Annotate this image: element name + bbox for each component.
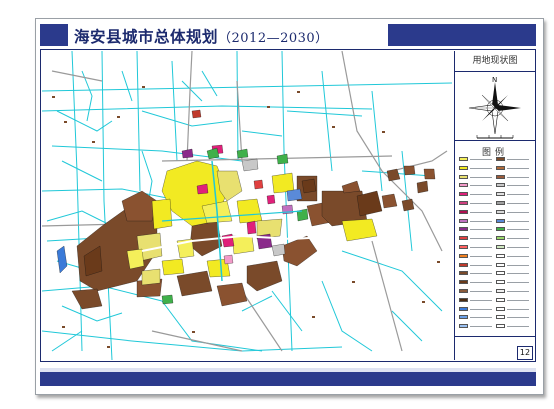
legend-swatch <box>459 245 468 249</box>
legend-label-line <box>507 185 529 187</box>
legend-swatch <box>496 253 505 258</box>
title-band: 海安县城市总体规划（2012—2030） <box>40 24 536 46</box>
legend-label-line <box>470 185 492 187</box>
legend-swatch <box>496 174 505 179</box>
legend-label-line <box>507 326 529 328</box>
legend-label-line <box>470 317 492 319</box>
legend-swatch <box>496 324 505 329</box>
bottom-band-dark-strip <box>40 372 536 386</box>
legend-swatch <box>496 245 505 249</box>
legend-label-line <box>507 299 529 301</box>
legend-label-line <box>507 291 529 292</box>
map-title: 海安县城市总体规划（2012—2030） <box>74 25 329 47</box>
legend-label-line <box>507 176 529 178</box>
legend-label-line <box>470 238 492 240</box>
legend-label-line <box>470 167 492 169</box>
legend-swatch <box>496 236 505 241</box>
legend-label-line <box>507 159 529 160</box>
legend-swatch <box>459 297 468 302</box>
legend-label-line <box>507 273 529 275</box>
legend-swatch <box>496 201 505 205</box>
legend-label-line <box>507 247 529 248</box>
legend-swatch <box>496 183 505 188</box>
legend-swatch <box>496 192 505 197</box>
legend-swatch <box>459 174 468 179</box>
legend-swatch <box>459 218 468 223</box>
compass-box: N <box>455 72 535 141</box>
land-use-patches <box>56 109 436 310</box>
legend-swatch <box>459 262 468 267</box>
title-band-left-block <box>40 24 68 46</box>
map-side-panel: 用地现状图 N 图例 <box>454 51 535 360</box>
legend-label-line <box>507 220 529 222</box>
legend-swatch <box>496 315 505 320</box>
legend-swatch <box>459 253 468 258</box>
compass-north-label: N <box>492 76 497 84</box>
legend-label-line <box>507 194 529 196</box>
legend-swatch <box>496 289 505 293</box>
legend-label-line <box>470 203 492 204</box>
legend-label-line <box>470 291 492 292</box>
legend-label-line <box>507 255 529 257</box>
map-subtitle: 用地现状图 <box>455 51 535 72</box>
legend-swatch <box>496 262 505 267</box>
legend-swatch <box>459 209 468 214</box>
map-title-years: （2012—2030） <box>218 31 329 46</box>
legend-swatch <box>459 324 468 329</box>
legend-swatch <box>459 157 468 161</box>
bottom-band <box>40 368 536 386</box>
legend-swatch <box>459 227 468 232</box>
legend-swatch <box>459 201 468 205</box>
legend-label-line <box>470 282 492 284</box>
legend-swatch <box>496 157 505 161</box>
legend-label-line <box>470 220 492 222</box>
legend-swatch <box>496 271 505 276</box>
legend-swatch <box>459 271 468 276</box>
legend-swatch <box>496 280 505 285</box>
legend-label-line <box>507 282 529 284</box>
page-number: 12 <box>517 346 533 360</box>
legend-label-line <box>470 229 492 231</box>
legend-label-line <box>470 159 492 160</box>
legend-swatch <box>496 209 505 214</box>
legend-label-line <box>470 264 492 266</box>
legend-label-line <box>507 167 529 169</box>
compass-rose-icon: N <box>468 76 521 139</box>
legend-label-line <box>507 203 529 204</box>
legend-label-line <box>470 308 492 310</box>
legend-swatch <box>459 306 468 311</box>
legend-swatch <box>459 165 468 170</box>
legend-swatch <box>459 315 468 320</box>
legend-swatch <box>459 192 468 197</box>
land-use-map-canvas[interactable] <box>42 51 452 360</box>
map-title-text: 海安县城市总体规划 <box>74 28 219 46</box>
legend-swatch <box>496 227 505 232</box>
legend-entries <box>459 156 535 332</box>
legend-label-line <box>507 229 529 231</box>
legend-label-line <box>507 317 529 319</box>
land-use-map[interactable] <box>42 51 452 360</box>
legend-swatch <box>459 183 468 188</box>
legend-label-line <box>470 255 492 257</box>
legend-swatch <box>459 280 468 285</box>
legend-label-line <box>470 299 492 301</box>
legend-swatch <box>496 218 505 223</box>
legend-label-line <box>507 238 529 240</box>
legend-label-line <box>470 211 492 213</box>
legend-box: 图例 <box>455 141 535 337</box>
legend-label-line <box>470 176 492 178</box>
legend-swatch <box>496 306 505 311</box>
legend-label-line <box>507 308 529 310</box>
legend-label-line <box>470 247 492 248</box>
legend-label-line <box>507 264 529 266</box>
legend-swatch <box>459 236 468 241</box>
legend-label-line <box>470 273 492 275</box>
legend-swatch <box>459 289 468 293</box>
legend-swatch <box>496 297 505 302</box>
legend-swatch <box>496 165 505 170</box>
title-band-right-block <box>388 24 536 46</box>
legend-label-line <box>470 194 492 196</box>
legend-label-line <box>470 326 492 328</box>
legend-label-line <box>507 211 529 213</box>
